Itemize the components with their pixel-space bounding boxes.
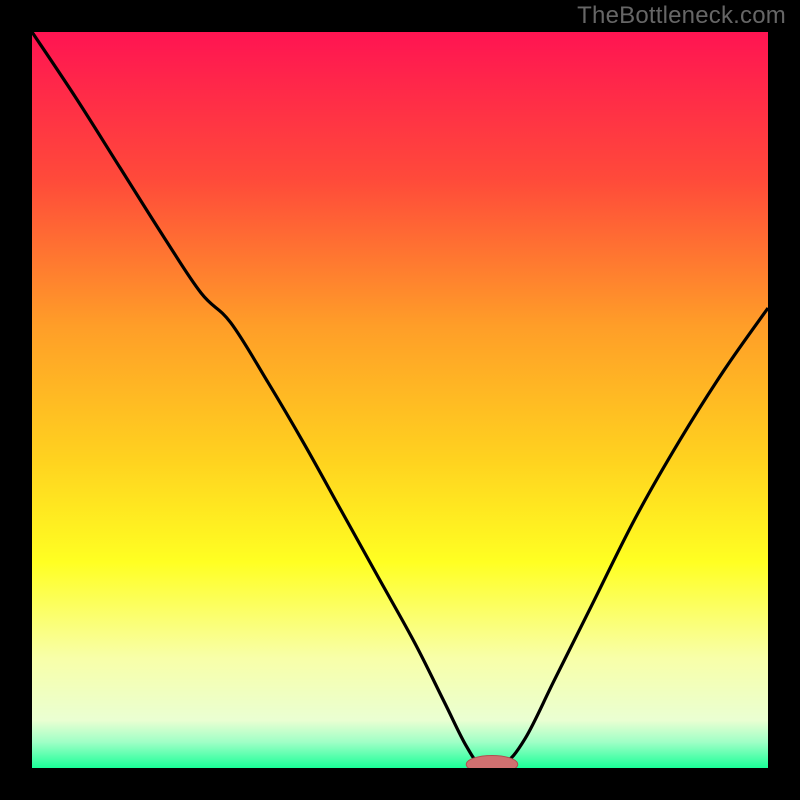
watermark-text: TheBottleneck.com xyxy=(577,2,786,30)
plot-area xyxy=(32,32,768,768)
chart-svg xyxy=(32,32,768,768)
gradient-background xyxy=(32,32,768,768)
chart-frame: TheBottleneck.com xyxy=(0,0,800,800)
